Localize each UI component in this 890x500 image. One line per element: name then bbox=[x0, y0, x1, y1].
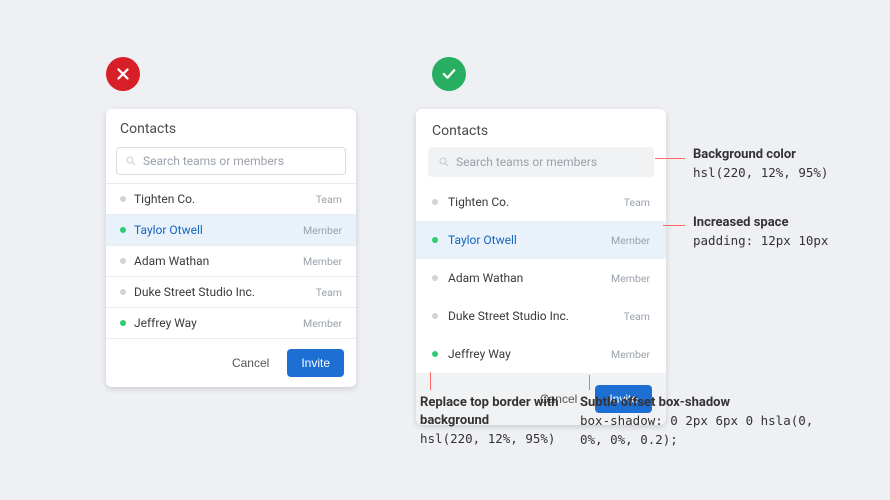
contact-name: Tighten Co. bbox=[448, 195, 509, 209]
card-title: Contacts bbox=[416, 109, 666, 147]
contact-role: Member bbox=[611, 234, 650, 247]
annotation-pointer bbox=[663, 225, 685, 226]
search-placeholder: Search teams or members bbox=[456, 155, 597, 169]
contact-role: Member bbox=[303, 255, 342, 268]
contact-name: Duke Street Studio Inc. bbox=[448, 309, 569, 323]
contact-row[interactable]: Jeffrey Way Member bbox=[106, 307, 356, 338]
contact-name: Duke Street Studio Inc. bbox=[134, 285, 255, 299]
status-dot bbox=[432, 313, 438, 319]
status-dot bbox=[432, 199, 438, 205]
contact-row[interactable]: Adam Wathan Member bbox=[416, 259, 666, 297]
status-dot bbox=[432, 351, 438, 357]
annotation-pointer bbox=[655, 158, 685, 159]
contact-role: Member bbox=[611, 272, 650, 285]
contact-role: Member bbox=[611, 348, 650, 361]
status-badge-bad bbox=[106, 57, 140, 91]
annotation-padding: Increased space padding: 12px 10px bbox=[693, 214, 828, 251]
invite-button[interactable]: Invite bbox=[287, 349, 344, 377]
annotation-footer: Replace top border with background hsl(2… bbox=[420, 394, 570, 450]
contact-name: Adam Wathan bbox=[134, 254, 209, 268]
card-title: Contacts bbox=[106, 109, 356, 147]
annotation-pointer bbox=[430, 372, 431, 390]
annotation-code: hsl(220, 12%, 95%) bbox=[420, 431, 555, 446]
status-dot bbox=[120, 258, 126, 264]
annotation-bgcolor: Background color hsl(220, 12%, 95%) bbox=[693, 146, 828, 183]
contacts-card-bad: Contacts Search teams or members Tighten… bbox=[106, 109, 356, 387]
contact-role: Member bbox=[303, 224, 342, 237]
status-dot bbox=[120, 289, 126, 295]
contact-name: Adam Wathan bbox=[448, 271, 523, 285]
annotation-title: Increased space bbox=[693, 215, 788, 230]
annotation-code: hsl(220, 12%, 95%) bbox=[693, 165, 828, 180]
contact-name: Jeffrey Way bbox=[134, 316, 197, 330]
contact-row[interactable]: Jeffrey Way Member bbox=[416, 335, 666, 373]
contact-row[interactable]: Taylor Otwell Member bbox=[416, 221, 666, 259]
status-dot bbox=[120, 227, 126, 233]
contact-name: Taylor Otwell bbox=[134, 223, 203, 237]
card-footer: Cancel Invite bbox=[106, 338, 356, 387]
annotation-shadow: Subtle offset box-shadow box-shadow: 0 2… bbox=[580, 394, 830, 451]
contact-name: Taylor Otwell bbox=[448, 233, 517, 247]
search-input[interactable]: Search teams or members bbox=[428, 147, 654, 177]
search-input[interactable]: Search teams or members bbox=[116, 147, 346, 175]
status-badge-good bbox=[432, 57, 466, 91]
contact-row[interactable]: Taylor Otwell Member bbox=[106, 214, 356, 245]
contact-row[interactable]: Tighten Co. Team bbox=[416, 183, 666, 221]
contact-name: Jeffrey Way bbox=[448, 347, 511, 361]
x-icon bbox=[114, 65, 132, 83]
annotation-title: Background color bbox=[693, 147, 796, 162]
status-dot bbox=[432, 237, 438, 243]
search-placeholder: Search teams or members bbox=[143, 154, 284, 168]
contact-row[interactable]: Tighten Co. Team bbox=[106, 183, 356, 214]
status-dot bbox=[432, 275, 438, 281]
cancel-button[interactable]: Cancel bbox=[224, 349, 277, 377]
contact-row[interactable]: Duke Street Studio Inc. Team bbox=[416, 297, 666, 335]
annotation-code: padding: 12px 10px bbox=[693, 233, 828, 248]
check-icon bbox=[440, 65, 458, 83]
contact-role: Team bbox=[624, 196, 650, 209]
contact-role: Team bbox=[316, 193, 342, 206]
search-icon bbox=[125, 155, 137, 167]
contact-role: Team bbox=[316, 286, 342, 299]
search-icon bbox=[438, 156, 450, 168]
status-dot bbox=[120, 320, 126, 326]
contact-row[interactable]: Adam Wathan Member bbox=[106, 245, 356, 276]
contact-role: Team bbox=[624, 310, 650, 323]
contact-name: Tighten Co. bbox=[134, 192, 195, 206]
annotation-title: Subtle offset box-shadow bbox=[580, 395, 730, 410]
contacts-card-good: Contacts Search teams or members Tighten… bbox=[416, 109, 666, 425]
annotation-code: box-shadow: 0 2px 6px 0 hsla(0, 0%, 0%, … bbox=[580, 413, 813, 447]
status-dot bbox=[120, 196, 126, 202]
annotation-title: Replace top border with background bbox=[420, 395, 558, 428]
contact-role: Member bbox=[303, 317, 342, 330]
contact-row[interactable]: Duke Street Studio Inc. Team bbox=[106, 276, 356, 307]
annotation-pointer bbox=[589, 375, 590, 390]
